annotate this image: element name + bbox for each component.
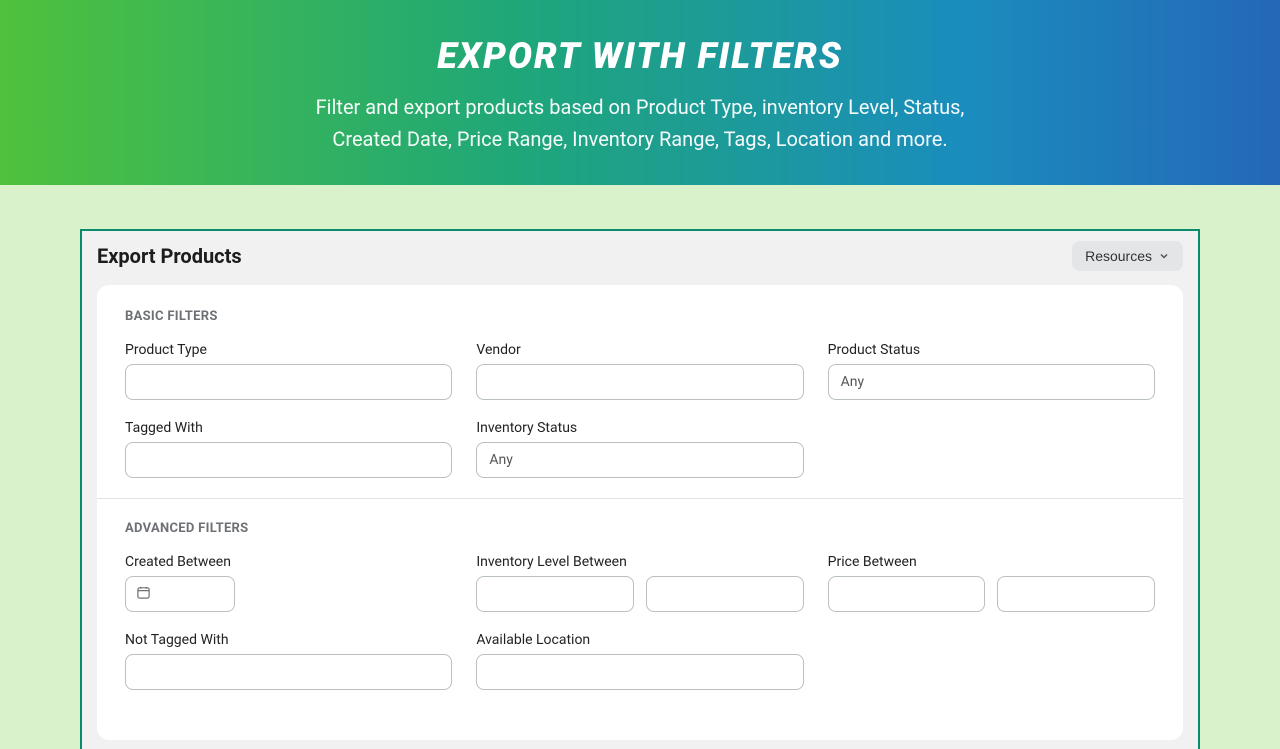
product-type-field: Product Type <box>125 342 452 400</box>
not-tagged-label: Not Tagged With <box>125 632 452 648</box>
resources-button[interactable]: Resources <box>1072 241 1183 271</box>
hero-sub-line1: Filter and export products based on Prod… <box>316 95 965 119</box>
section-divider <box>97 498 1183 499</box>
available-location-field: Available Location <box>476 632 803 690</box>
inventory-level-max-input[interactable] <box>646 576 804 612</box>
resources-label: Resources <box>1085 248 1152 264</box>
not-tagged-input[interactable] <box>125 654 452 690</box>
vendor-input[interactable] <box>476 364 803 400</box>
tagged-with-input[interactable] <box>125 442 452 478</box>
advanced-filters-heading: ADVANCED FILTERS <box>125 521 1155 536</box>
created-between-label: Created Between <box>125 554 452 570</box>
price-between-label: Price Between <box>828 554 1155 570</box>
product-type-label: Product Type <box>125 342 452 358</box>
created-between-field: Created Between <box>125 554 452 612</box>
product-status-label: Product Status <box>828 342 1155 358</box>
basic-empty-field <box>828 420 1155 478</box>
basic-filters-heading: BASIC FILTERS <box>125 309 1155 324</box>
advanced-row-1: Created Between Inventory Level Between <box>125 554 1155 612</box>
created-between-input[interactable] <box>125 576 235 612</box>
hero-subtitle: Filter and export products based on Prod… <box>190 91 1090 155</box>
vendor-label: Vendor <box>476 342 803 358</box>
product-status-field: Product Status Any <box>828 342 1155 400</box>
price-between-field: Price Between <box>828 554 1155 612</box>
export-panel: Export Products Resources BASIC FILTERS … <box>80 229 1200 749</box>
vendor-field: Vendor <box>476 342 803 400</box>
hero-sub-line2: Created Date, Price Range, Inventory Ran… <box>332 127 947 151</box>
advanced-row-2: Not Tagged With Available Location <box>125 632 1155 690</box>
price-max-input[interactable] <box>997 576 1155 612</box>
product-type-input[interactable] <box>125 364 452 400</box>
advanced-empty-field <box>828 632 1155 690</box>
price-min-input[interactable] <box>828 576 986 612</box>
filters-card: BASIC FILTERS Product Type Vendor Produc… <box>97 285 1183 740</box>
not-tagged-field: Not Tagged With <box>125 632 452 690</box>
basic-row-1: Product Type Vendor Product Status Any <box>125 342 1155 400</box>
hero-banner: EXPORT WITH FILTERS Filter and export pr… <box>0 0 1280 185</box>
panel-title: Export Products <box>97 244 242 268</box>
inventory-level-field: Inventory Level Between <box>476 554 803 612</box>
available-location-input[interactable] <box>476 654 803 690</box>
hero-title: EXPORT WITH FILTERS <box>20 35 1260 77</box>
tagged-with-field: Tagged With <box>125 420 452 478</box>
tagged-with-label: Tagged With <box>125 420 452 436</box>
panel-header: Export Products Resources <box>82 231 1198 285</box>
calendar-icon <box>136 585 151 604</box>
inventory-status-label: Inventory Status <box>476 420 803 436</box>
inventory-status-value: Any <box>489 452 513 468</box>
inventory-level-min-input[interactable] <box>476 576 634 612</box>
chevron-down-icon <box>1158 250 1170 262</box>
inventory-status-select[interactable]: Any <box>476 442 803 478</box>
basic-row-2: Tagged With Inventory Status Any <box>125 420 1155 478</box>
available-location-label: Available Location <box>476 632 803 648</box>
inventory-status-field: Inventory Status Any <box>476 420 803 478</box>
product-status-value: Any <box>841 374 865 390</box>
product-status-select[interactable]: Any <box>828 364 1155 400</box>
inventory-level-label: Inventory Level Between <box>476 554 803 570</box>
